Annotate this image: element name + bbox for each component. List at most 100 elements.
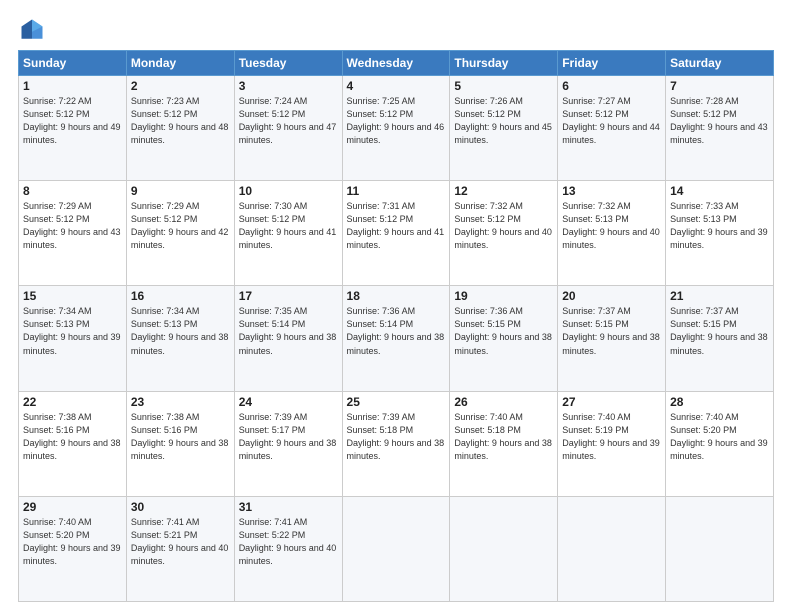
- calendar-body: 1Sunrise: 7:22 AMSunset: 5:12 PMDaylight…: [19, 76, 774, 602]
- calendar-day-cell: 4 Sunrise: 7:25 AMSunset: 5:12 PMDaylight…: [342, 76, 450, 181]
- day-content: Sunrise: 7:40 AMSunset: 5:18 PMDaylight:…: [454, 411, 553, 463]
- day-number: 22: [23, 395, 122, 409]
- calendar-day-cell: [558, 496, 666, 601]
- day-number: 9: [131, 184, 230, 198]
- calendar-day-cell: 8Sunrise: 7:29 AMSunset: 5:12 PMDaylight…: [19, 181, 127, 286]
- day-content: Sunrise: 7:30 AMSunset: 5:12 PMDaylight:…: [239, 200, 338, 252]
- day-content: Sunrise: 7:39 AMSunset: 5:18 PMDaylight:…: [347, 411, 446, 463]
- day-content: Sunrise: 7:34 AMSunset: 5:13 PMDaylight:…: [131, 305, 230, 357]
- day-content: Sunrise: 7:34 AMSunset: 5:13 PMDaylight:…: [23, 305, 122, 357]
- day-content: Sunrise: 7:36 AMSunset: 5:15 PMDaylight:…: [454, 305, 553, 357]
- day-content: Sunrise: 7:28 AMSunset: 5:12 PMDaylight:…: [670, 95, 769, 147]
- calendar-day-cell: 1Sunrise: 7:22 AMSunset: 5:12 PMDaylight…: [19, 76, 127, 181]
- day-number: 15: [23, 289, 122, 303]
- day-number: 19: [454, 289, 553, 303]
- calendar-day-cell: 9 Sunrise: 7:29 AMSunset: 5:12 PMDaylight…: [126, 181, 234, 286]
- day-content: Sunrise: 7:31 AMSunset: 5:12 PMDaylight:…: [347, 200, 446, 252]
- day-number: 18: [347, 289, 446, 303]
- calendar-day-cell: 3 Sunrise: 7:24 AMSunset: 5:12 PMDaylight…: [234, 76, 342, 181]
- day-number: 2: [131, 79, 230, 93]
- day-content: Sunrise: 7:41 AMSunset: 5:22 PMDaylight:…: [239, 516, 338, 568]
- calendar-day-cell: 17Sunrise: 7:35 AMSunset: 5:14 PMDayligh…: [234, 286, 342, 391]
- calendar-table: SundayMondayTuesdayWednesdayThursdayFrid…: [18, 50, 774, 602]
- logo: [18, 16, 50, 44]
- day-content: Sunrise: 7:33 AMSunset: 5:13 PMDaylight:…: [670, 200, 769, 252]
- day-content: Sunrise: 7:40 AMSunset: 5:20 PMDaylight:…: [23, 516, 122, 568]
- weekday-header-row: SundayMondayTuesdayWednesdayThursdayFrid…: [19, 51, 774, 76]
- calendar-day-cell: 20 Sunrise: 7:37 AMSunset: 5:15 PMDayligh…: [558, 286, 666, 391]
- day-content: Sunrise: 7:37 AMSunset: 5:15 PMDaylight:…: [670, 305, 769, 357]
- day-content: Sunrise: 7:22 AMSunset: 5:12 PMDaylight:…: [23, 95, 122, 147]
- day-number: 4: [347, 79, 446, 93]
- calendar-day-cell: 28 Sunrise: 7:40 AMSunset: 5:20 PMDayligh…: [666, 391, 774, 496]
- calendar-week-row: 1Sunrise: 7:22 AMSunset: 5:12 PMDaylight…: [19, 76, 774, 181]
- calendar-day-cell: 26 Sunrise: 7:40 AMSunset: 5:18 PMDayligh…: [450, 391, 558, 496]
- day-number: 29: [23, 500, 122, 514]
- day-number: 25: [347, 395, 446, 409]
- calendar-day-cell: 11 Sunrise: 7:31 AMSunset: 5:12 PMDayligh…: [342, 181, 450, 286]
- weekday-header-cell: Sunday: [19, 51, 127, 76]
- day-content: Sunrise: 7:25 AMSunset: 5:12 PMDaylight:…: [347, 95, 446, 147]
- day-content: Sunrise: 7:26 AMSunset: 5:12 PMDaylight:…: [454, 95, 553, 147]
- day-content: Sunrise: 7:40 AMSunset: 5:20 PMDaylight:…: [670, 411, 769, 463]
- day-number: 26: [454, 395, 553, 409]
- calendar-day-cell: [450, 496, 558, 601]
- weekday-header-cell: Friday: [558, 51, 666, 76]
- day-content: Sunrise: 7:36 AMSunset: 5:14 PMDaylight:…: [347, 305, 446, 357]
- day-number: 7: [670, 79, 769, 93]
- day-number: 5: [454, 79, 553, 93]
- day-number: 16: [131, 289, 230, 303]
- day-number: 20: [562, 289, 661, 303]
- calendar-day-cell: 25 Sunrise: 7:39 AMSunset: 5:18 PMDayligh…: [342, 391, 450, 496]
- day-content: Sunrise: 7:27 AMSunset: 5:12 PMDaylight:…: [562, 95, 661, 147]
- day-number: 28: [670, 395, 769, 409]
- day-number: 23: [131, 395, 230, 409]
- day-number: 17: [239, 289, 338, 303]
- day-content: Sunrise: 7:23 AMSunset: 5:12 PMDaylight:…: [131, 95, 230, 147]
- page: SundayMondayTuesdayWednesdayThursdayFrid…: [0, 0, 792, 612]
- weekday-header-cell: Tuesday: [234, 51, 342, 76]
- logo-icon: [18, 16, 46, 44]
- day-content: Sunrise: 7:32 AMSunset: 5:13 PMDaylight:…: [562, 200, 661, 252]
- calendar-week-row: 22 Sunrise: 7:38 AMSunset: 5:16 PMDayligh…: [19, 391, 774, 496]
- day-content: Sunrise: 7:32 AMSunset: 5:12 PMDaylight:…: [454, 200, 553, 252]
- day-content: Sunrise: 7:37 AMSunset: 5:15 PMDaylight:…: [562, 305, 661, 357]
- day-number: 11: [347, 184, 446, 198]
- day-content: Sunrise: 7:38 AMSunset: 5:16 PMDaylight:…: [23, 411, 122, 463]
- calendar-day-cell: 6 Sunrise: 7:27 AMSunset: 5:12 PMDaylight…: [558, 76, 666, 181]
- calendar-day-cell: 30Sunrise: 7:41 AMSunset: 5:21 PMDayligh…: [126, 496, 234, 601]
- day-content: Sunrise: 7:40 AMSunset: 5:19 PMDaylight:…: [562, 411, 661, 463]
- day-content: Sunrise: 7:29 AMSunset: 5:12 PMDaylight:…: [131, 200, 230, 252]
- calendar-day-cell: 12Sunrise: 7:32 AMSunset: 5:12 PMDayligh…: [450, 181, 558, 286]
- weekday-header-cell: Wednesday: [342, 51, 450, 76]
- weekday-header-cell: Monday: [126, 51, 234, 76]
- weekday-header-cell: Saturday: [666, 51, 774, 76]
- calendar-day-cell: 19 Sunrise: 7:36 AMSunset: 5:15 PMDayligh…: [450, 286, 558, 391]
- calendar-day-cell: 23Sunrise: 7:38 AMSunset: 5:16 PMDayligh…: [126, 391, 234, 496]
- calendar-day-cell: 2 Sunrise: 7:23 AMSunset: 5:12 PMDaylight…: [126, 76, 234, 181]
- calendar-day-cell: 24Sunrise: 7:39 AMSunset: 5:17 PMDayligh…: [234, 391, 342, 496]
- calendar-day-cell: 7 Sunrise: 7:28 AMSunset: 5:12 PMDaylight…: [666, 76, 774, 181]
- day-number: 27: [562, 395, 661, 409]
- calendar-day-cell: 5 Sunrise: 7:26 AMSunset: 5:12 PMDaylight…: [450, 76, 558, 181]
- calendar-day-cell: 27 Sunrise: 7:40 AMSunset: 5:19 PMDayligh…: [558, 391, 666, 496]
- calendar-day-cell: 22 Sunrise: 7:38 AMSunset: 5:16 PMDayligh…: [19, 391, 127, 496]
- calendar-day-cell: 21Sunrise: 7:37 AMSunset: 5:15 PMDayligh…: [666, 286, 774, 391]
- calendar-week-row: 8Sunrise: 7:29 AMSunset: 5:12 PMDaylight…: [19, 181, 774, 286]
- day-content: Sunrise: 7:39 AMSunset: 5:17 PMDaylight:…: [239, 411, 338, 463]
- day-number: 10: [239, 184, 338, 198]
- day-content: Sunrise: 7:29 AMSunset: 5:12 PMDaylight:…: [23, 200, 122, 252]
- calendar-day-cell: 13 Sunrise: 7:32 AMSunset: 5:13 PMDayligh…: [558, 181, 666, 286]
- calendar-day-cell: [666, 496, 774, 601]
- day-content: Sunrise: 7:24 AMSunset: 5:12 PMDaylight:…: [239, 95, 338, 147]
- calendar-day-cell: 14Sunrise: 7:33 AMSunset: 5:13 PMDayligh…: [666, 181, 774, 286]
- calendar-week-row: 29 Sunrise: 7:40 AMSunset: 5:20 PMDayligh…: [19, 496, 774, 601]
- day-number: 3: [239, 79, 338, 93]
- calendar-day-cell: 29 Sunrise: 7:40 AMSunset: 5:20 PMDayligh…: [19, 496, 127, 601]
- calendar-day-cell: 15 Sunrise: 7:34 AMSunset: 5:13 PMDayligh…: [19, 286, 127, 391]
- day-content: Sunrise: 7:41 AMSunset: 5:21 PMDaylight:…: [131, 516, 230, 568]
- day-number: 6: [562, 79, 661, 93]
- calendar-day-cell: [342, 496, 450, 601]
- day-number: 31: [239, 500, 338, 514]
- day-number: 13: [562, 184, 661, 198]
